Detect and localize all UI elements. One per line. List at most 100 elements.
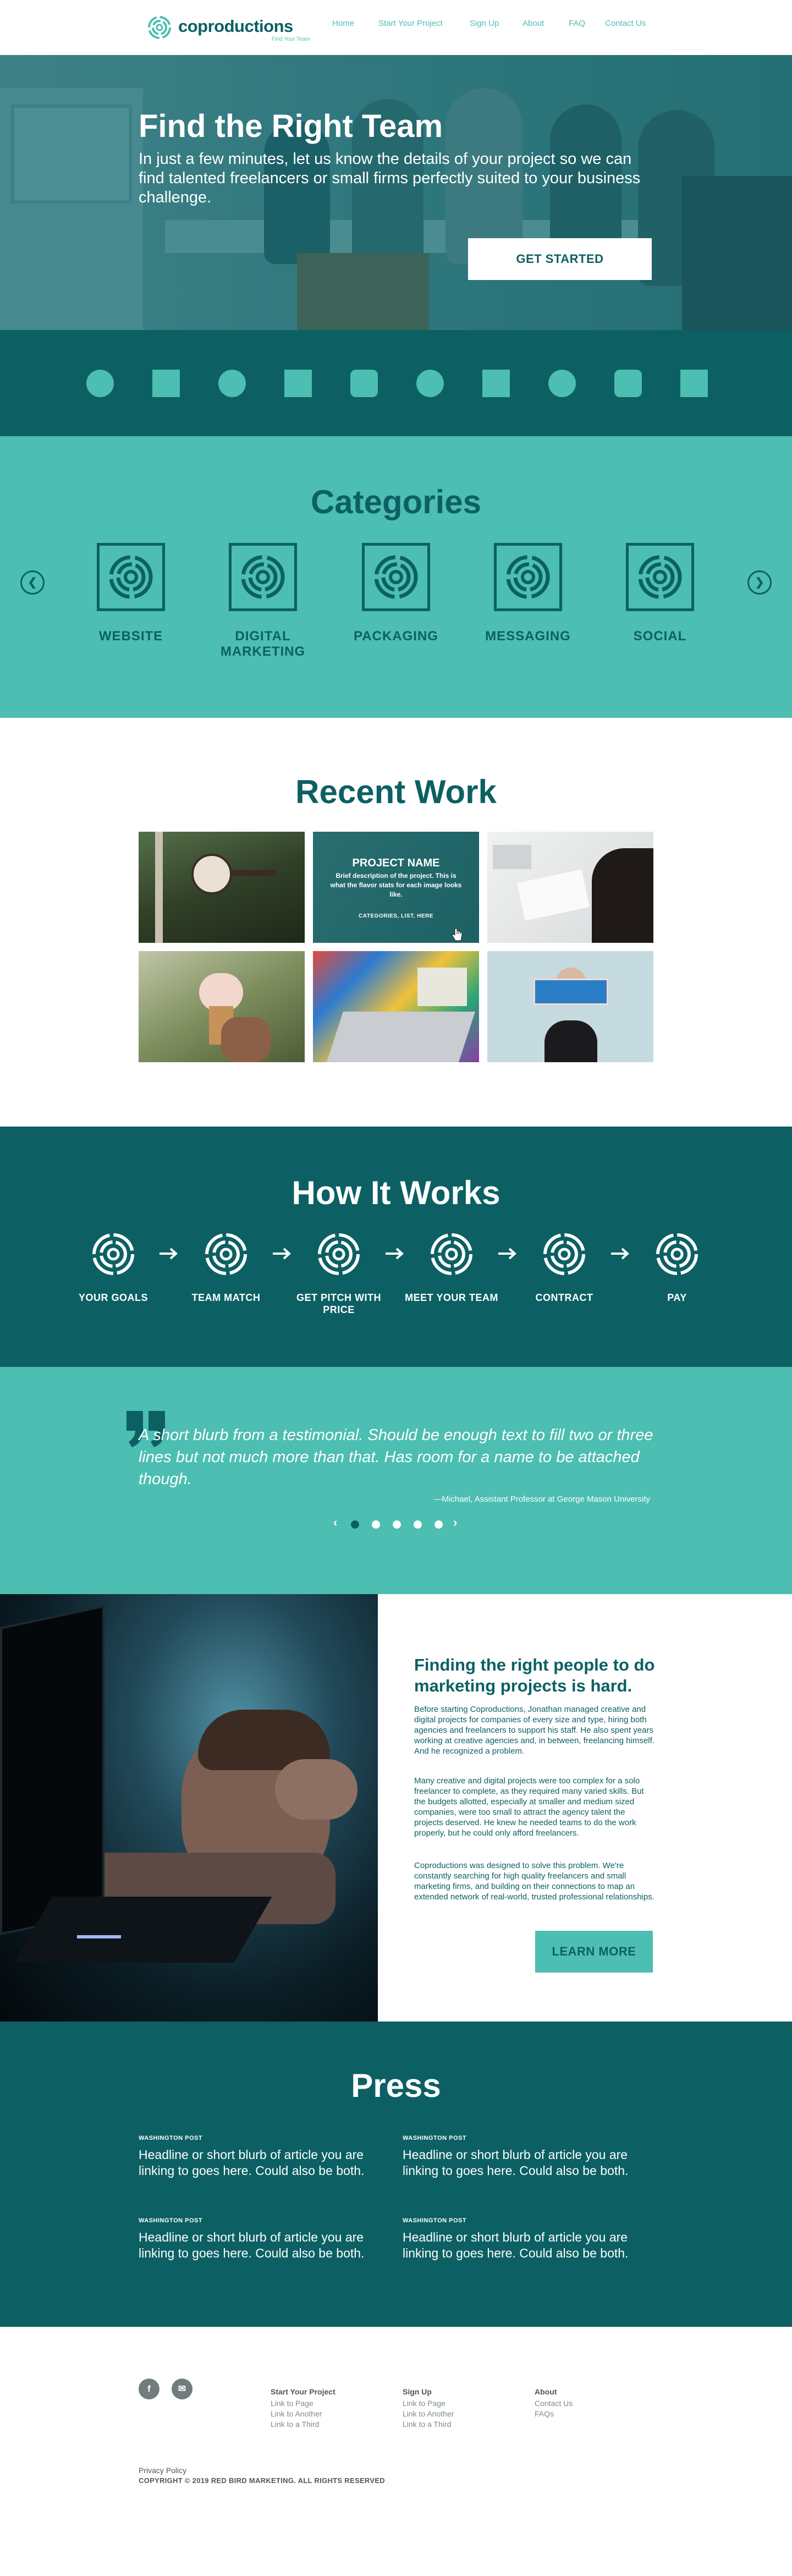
learn-more-button[interactable]: LEARN MORE [535, 1931, 653, 1973]
target-rings-icon [318, 1233, 360, 1275]
press-source: WASHINGTON POST [403, 2135, 467, 2141]
footer-link[interactable]: FAQs [535, 2409, 656, 2419]
facebook-button[interactable]: f [139, 2379, 160, 2399]
category-label: PACKAGING [354, 629, 438, 644]
get-started-button[interactable]: GET STARTED [468, 238, 652, 280]
step-label: YOUR GOALS [78, 1292, 148, 1303]
logo[interactable]: coproductions Find Your Team [147, 15, 310, 43]
work-project-categories: CATEGORIES, LIST, HERE [359, 913, 433, 919]
press-title: Press [351, 2067, 441, 2104]
category-label: MESSAGING [485, 629, 571, 644]
category-label: SOCIAL [633, 629, 687, 644]
work-tile-ice-cream[interactable] [139, 951, 305, 1062]
logo-mark-icon [148, 16, 171, 39]
privacy-policy-link[interactable]: Privacy Policy [139, 2466, 186, 2475]
concentric-circles-icon [374, 555, 418, 599]
arrow-right-icon [611, 1248, 629, 1260]
recent-work-section: Recent Work PROJECT NAME Brief descripti… [0, 718, 792, 1127]
press-section: Press WASHINGTON POST Headline or short … [0, 2022, 792, 2327]
client-logo-square [152, 370, 180, 397]
client-logo-square [680, 370, 708, 397]
footer-column-sign-up: Sign Up Link to Page Link to Another Lin… [403, 2387, 524, 2430]
footer-link[interactable]: Link to Page [271, 2398, 392, 2409]
footer-link[interactable]: Link to Another [271, 2409, 392, 2419]
press-item[interactable]: WASHINGTON POST Headline or short blurb … [139, 2217, 386, 2261]
how-it-works-title: How It Works [292, 1174, 501, 1211]
hero-subtitle: In just a few minutes, let us know the d… [139, 150, 641, 206]
press-item[interactable]: WASHINGTON POST Headline or short blurb … [139, 2135, 386, 2179]
carousel-next-button[interactable]: ❯ [747, 570, 772, 595]
footer-link[interactable]: Link to Page [403, 2398, 524, 2409]
step-get-pitch-with-price: GET PITCH WITH PRICE [292, 1232, 386, 1320]
category-website[interactable]: WEBSITE [76, 543, 186, 675]
footer-link[interactable]: Contact Us [535, 2398, 656, 2409]
work-tile-cafe-sign[interactable] [139, 832, 305, 943]
step-label: GET PITCH WITH PRICE [296, 1292, 381, 1315]
carousel-prev-button[interactable]: ❮ [20, 570, 45, 595]
target-rings-icon [543, 1233, 585, 1275]
concentric-circles-icon [241, 555, 285, 599]
category-icon [97, 543, 165, 611]
category-packaging[interactable]: PACKAGING [341, 543, 451, 675]
footer-link[interactable]: Link to a Third [403, 2419, 524, 2430]
testimonial-dot[interactable] [393, 1520, 401, 1529]
footer-link[interactable]: Link to a Third [271, 2419, 392, 2430]
category-icon [626, 543, 694, 611]
hero-title: Find the Right Team [139, 108, 443, 144]
step-label: CONTRACT [535, 1292, 593, 1303]
nav-faq[interactable]: FAQ [569, 19, 585, 28]
work-tile-laptop-colors[interactable] [313, 951, 479, 1062]
press-headline: Headline or short blurb of article you a… [403, 2230, 629, 2260]
logo-wordmark: coproductions [178, 17, 293, 36]
testimonial-dot[interactable] [435, 1520, 443, 1529]
press-item[interactable]: WASHINGTON POST Headline or short blurb … [403, 2135, 650, 2179]
footer-link[interactable]: Link to Another [403, 2409, 524, 2419]
about-paragraph: Many creative and digital projects were … [414, 1776, 644, 1838]
testimonial-dot[interactable] [372, 1520, 380, 1529]
category-digital-marketing[interactable]: DIGITAL MARKETING [208, 543, 318, 675]
client-logo-strip [0, 330, 792, 436]
mail-icon: ✉ [178, 2383, 186, 2394]
category-social[interactable]: SOCIAL [605, 543, 715, 675]
step-label: MEET YOUR TEAM [405, 1292, 498, 1303]
nav-about[interactable]: About [522, 19, 544, 28]
how-it-works-section: How It Works YOUR GOALS TEAM MATCH GET P… [0, 1127, 792, 1367]
nav-start-your-project[interactable]: Start Your Project [378, 19, 443, 28]
nav-contact-us[interactable]: Contact Us [605, 19, 646, 28]
testimonial-next-button[interactable]: › [453, 1515, 457, 1530]
client-logo-circle [86, 370, 114, 397]
testimonial-pager: ‹ › [330, 1515, 462, 1532]
work-project-name: PROJECT NAME [352, 857, 440, 869]
about-heading: Finding the right people to do marketing… [414, 1655, 655, 1695]
categories-title: Categories [310, 484, 482, 520]
work-tile-sketching[interactable] [487, 832, 653, 943]
tired-man-laptop-photo [0, 1594, 378, 2022]
footer-column-heading: About [535, 2387, 557, 2396]
category-icon [229, 543, 297, 611]
client-logo-circle [548, 370, 576, 397]
testimonial-prev-button[interactable]: ‹ [333, 1515, 337, 1530]
about-paragraph: Before starting Coproductions, Jonathan … [414, 1705, 654, 1756]
work-tile-blue-book[interactable] [487, 951, 653, 1062]
category-label: WEBSITE [98, 629, 163, 644]
category-icon [494, 543, 562, 611]
site-footer: f ✉ Start Your Project Link to Page Link… [0, 2327, 792, 2576]
testimonial-dot[interactable] [414, 1520, 422, 1529]
nav-sign-up[interactable]: Sign Up [470, 19, 499, 28]
press-item[interactable]: WASHINGTON POST Headline or short blurb … [403, 2217, 650, 2261]
target-rings-icon [92, 1233, 134, 1275]
step-meet-your-team: MEET YOUR TEAM [405, 1232, 498, 1320]
copyright-notice: COPYRIGHT © 2019 RED BIRD MARKETING. ALL… [139, 2476, 385, 2485]
testimonial-attribution: —Michael, Assistant Professor at George … [433, 1495, 651, 1504]
hero-section: Find the Right Team In just a few minute… [0, 55, 792, 330]
footer-column-heading: Start Your Project [271, 2387, 336, 2396]
category-messaging[interactable]: MESSAGING [473, 543, 583, 675]
nav-home[interactable]: Home [332, 19, 354, 28]
work-tile-project-hover[interactable]: PROJECT NAME Brief description of the pr… [313, 832, 479, 943]
testimonial-dot-active[interactable] [351, 1520, 359, 1529]
logo-tagline: Find Your Team [272, 36, 310, 42]
step-label: PAY [667, 1292, 687, 1303]
arrow-right-icon [498, 1248, 516, 1260]
email-button[interactable]: ✉ [172, 2379, 193, 2399]
step-label: TEAM MATCH [191, 1292, 261, 1303]
